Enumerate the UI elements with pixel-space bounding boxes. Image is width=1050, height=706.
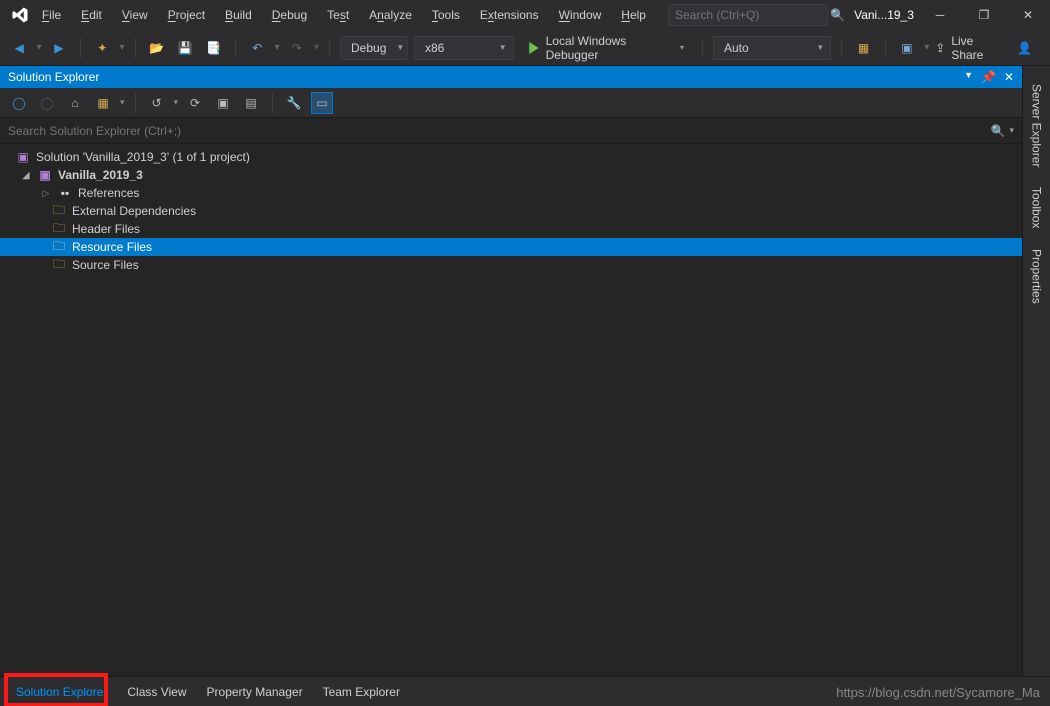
pane-refresh-button[interactable]: ⟳ [184, 92, 206, 114]
forward-button[interactable]: ▶ [48, 36, 71, 60]
project-title: Vani...19_3 [850, 8, 918, 22]
search-icon: 🔍 [830, 8, 845, 22]
pane-search-input[interactable] [8, 124, 991, 138]
menu-edit[interactable]: Edit [71, 2, 112, 28]
pane-preview-button[interactable]: ▭ [311, 92, 333, 114]
pane-close-icon[interactable]: ✕ [1004, 70, 1014, 84]
pane-collapse-button[interactable]: ▣ [212, 92, 234, 114]
tree-header-node[interactable]: 🗀 Header Files [0, 220, 1022, 238]
folder-icon: 🗀 [52, 258, 66, 272]
folder-icon: 🗀 [52, 240, 66, 254]
menu-debug[interactable]: Debug [262, 2, 317, 28]
minimize-button[interactable]: ─ [918, 0, 962, 30]
image-button[interactable]: ▣ [896, 36, 919, 60]
tab-team-explorer[interactable]: Team Explorer [313, 679, 410, 705]
config-combo[interactable]: Debug▼ [340, 36, 408, 60]
server-explorer-tab[interactable]: Server Explorer [1026, 74, 1048, 177]
toolbox-tab[interactable]: Toolbox [1026, 177, 1048, 238]
menu-extensions[interactable]: Extensions [470, 2, 549, 28]
menu-build[interactable]: Build [215, 2, 262, 28]
menu-view[interactable]: View [112, 2, 158, 28]
main-menu: File Edit View Project Build Debug Test … [32, 2, 656, 28]
menu-project[interactable]: Project [158, 2, 215, 28]
folder-icon: 🗀 [52, 204, 66, 218]
pane-pin-icon[interactable]: 📌 [981, 70, 996, 84]
solution-icon: ▣ [16, 150, 30, 164]
new-project-button[interactable]: ✦ [91, 36, 114, 60]
bottom-tab-strip: Solution Explorer Class View Property Ma… [0, 676, 1050, 706]
menu-tools[interactable]: Tools [422, 2, 470, 28]
pane-search-row: 🔍 ▾ [0, 118, 1022, 144]
pane-dropdown-icon[interactable]: ▼ [964, 70, 973, 84]
save-button[interactable]: 💾 [174, 36, 197, 60]
properties-tab[interactable]: Properties [1026, 239, 1048, 314]
menu-analyze[interactable]: Analyze [359, 2, 422, 28]
chevron-right-icon[interactable]: ▷ [40, 188, 52, 199]
auto-combo[interactable]: Auto▼ [713, 36, 831, 60]
title-search-input[interactable] [675, 8, 830, 22]
pane-home-button[interactable]: ⌂ [64, 92, 86, 114]
account-button[interactable]: 👤 [1014, 36, 1036, 60]
maximize-button[interactable]: ❐ [962, 0, 1006, 30]
tree-resource-node[interactable]: 🗀 Resource Files [0, 238, 1022, 256]
references-icon: ▪▪ [58, 186, 72, 200]
play-icon [528, 42, 540, 54]
pane-sync-button[interactable]: ▦ [92, 92, 114, 114]
tree-external-node[interactable]: 🗀 External Dependencies [0, 202, 1022, 220]
tab-class-view[interactable]: Class View [117, 679, 196, 705]
search-icon: 🔍 [991, 124, 1006, 138]
watermark-text: https://blog.csdn.net/Sycamore_Ma [836, 685, 1040, 700]
share-icon: ⇪ [935, 41, 945, 55]
tree-references-node[interactable]: ▷ ▪▪ References [0, 184, 1022, 202]
stack-frame-button[interactable]: ▦ [852, 36, 875, 60]
menu-help[interactable]: Help [611, 2, 656, 28]
pane-back-button[interactable]: ◯ [8, 92, 30, 114]
menu-window[interactable]: Window [549, 2, 612, 28]
tab-property-manager[interactable]: Property Manager [197, 679, 313, 705]
undo-button[interactable]: ↶ [246, 36, 269, 60]
pane-forward-button[interactable]: ◯ [36, 92, 58, 114]
tree-solution-node[interactable]: ▣ Solution 'Vanilla_2019_3' (1 of 1 proj… [0, 148, 1022, 166]
pane-history-button[interactable]: ↺ [146, 92, 168, 114]
solution-tree[interactable]: ▣ Solution 'Vanilla_2019_3' (1 of 1 proj… [0, 144, 1022, 676]
save-all-button[interactable]: 📑 [203, 36, 226, 60]
pane-toolbar: ◯ ◯ ⌂ ▦ ▾ ↺ ▾ ⟳ ▣ ▤ 🔧 ▭ [0, 88, 1022, 118]
live-share-button[interactable]: ⇪ Live Share [935, 34, 1003, 62]
back-button[interactable]: ◀ [8, 36, 31, 60]
cpp-project-icon: ▣ [38, 168, 52, 182]
start-debug-button[interactable]: Local Windows Debugger ▾ [520, 34, 692, 62]
platform-combo[interactable]: x86▼ [414, 36, 514, 60]
tree-source-node[interactable]: 🗀 Source Files [0, 256, 1022, 274]
window-controls: ─ ❐ ✕ [918, 0, 1050, 30]
tree-project-node[interactable]: ◢ ▣ Vanilla_2019_3 [0, 166, 1022, 184]
close-button[interactable]: ✕ [1006, 0, 1050, 30]
pane-properties-button[interactable]: 🔧 [283, 92, 305, 114]
open-button[interactable]: 📂 [145, 36, 168, 60]
folder-icon: 🗀 [52, 222, 66, 236]
main-toolbar: ◀ ▾ ▶ ✦ ▾ 📂 💾 📑 ↶ ▾ ↷ ▾ Debug▼ x86▼ Loca… [0, 30, 1050, 66]
menu-test[interactable]: Test [317, 2, 359, 28]
title-bar: File Edit View Project Build Debug Test … [0, 0, 1050, 30]
tab-solution-explorer[interactable]: Solution Explorer [6, 679, 117, 705]
title-search[interactable]: 🔍 [668, 4, 828, 26]
redo-button[interactable]: ↷ [286, 36, 309, 60]
pane-titlebar: Solution Explorer ▼ 📌 ✕ [0, 66, 1022, 88]
solution-explorer-pane: Solution Explorer ▼ 📌 ✕ ◯ ◯ ⌂ ▦ ▾ ↺ ▾ ⟳ … [0, 66, 1022, 676]
pane-show-all-button[interactable]: ▤ [240, 92, 262, 114]
menu-file[interactable]: File [32, 2, 71, 28]
pane-title-text: Solution Explorer [8, 70, 99, 84]
vs-logo [8, 0, 32, 30]
chevron-down-icon[interactable]: ◢ [20, 170, 32, 181]
right-side-tabs: Server Explorer Toolbox Properties [1022, 66, 1050, 676]
